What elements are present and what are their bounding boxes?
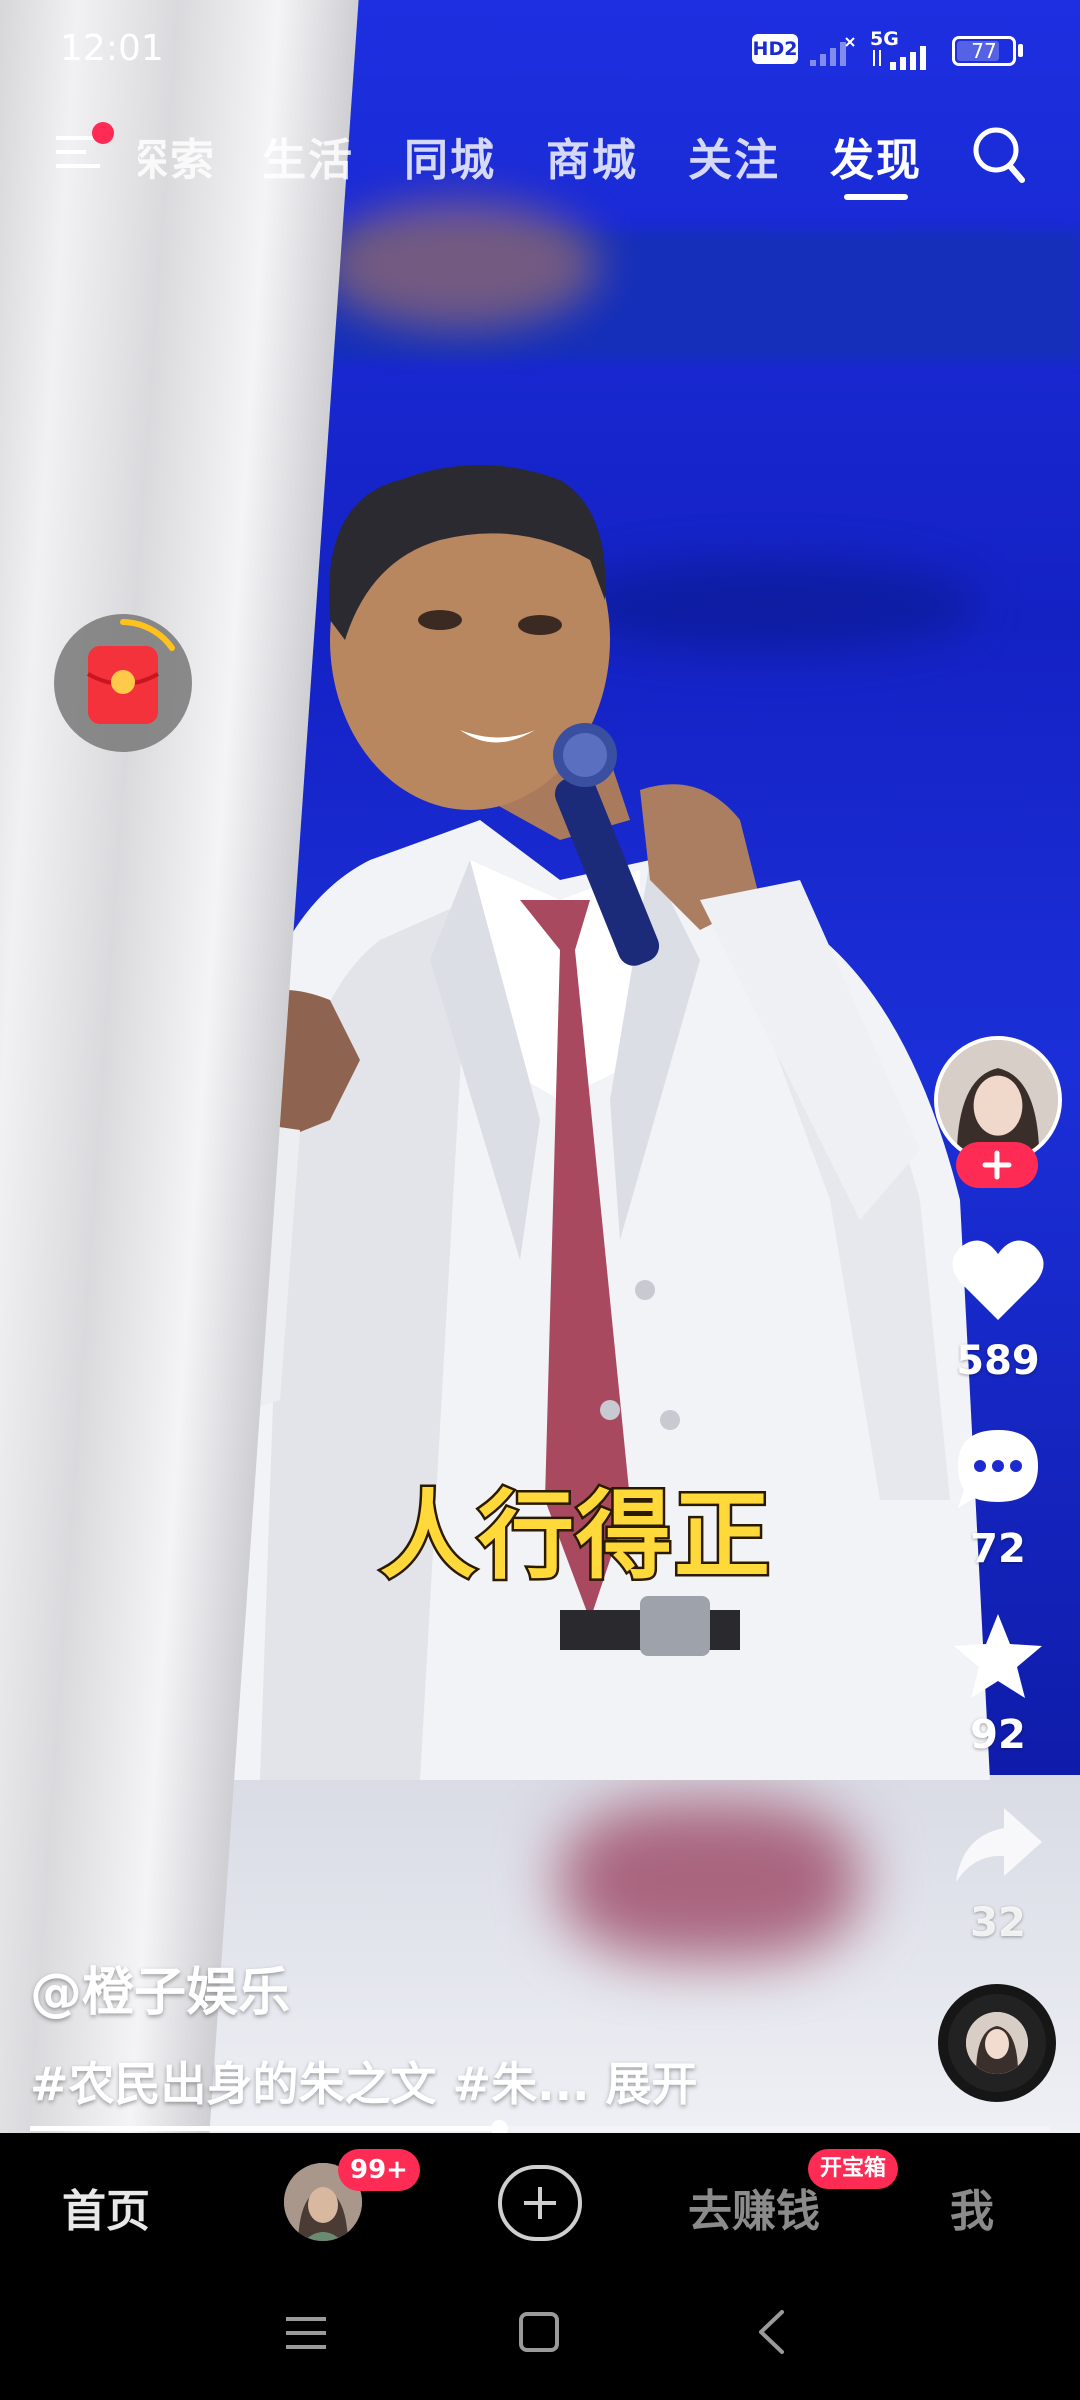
music-disc[interactable] [938, 1984, 1056, 2102]
top-navigation: 探索 生活 同城 商城 关注 发现 [0, 110, 1080, 210]
favorite-star-icon[interactable] [948, 1612, 1048, 1702]
video-player[interactable]: 人行得正 [0, 0, 1080, 2133]
recent-apps-icon[interactable] [284, 2313, 328, 2353]
author-handle[interactable]: @橙子娱乐 [30, 1950, 290, 2025]
music-disc-cover [966, 2012, 1028, 2074]
back-arrow-icon[interactable] [756, 2309, 786, 2355]
tab-home[interactable]: 首页 [62, 2175, 150, 2239]
status-time: 12:01 [60, 28, 164, 69]
red-packet-icon [87, 646, 159, 724]
red-packet-reward-button[interactable] [54, 614, 192, 752]
tab-me[interactable]: 我 [950, 2175, 994, 2239]
follow-button[interactable] [956, 1142, 1038, 1188]
video-description[interactable]: #农民出身的朱之文 #朱... 展开 [30, 2048, 698, 2114]
home-square-icon[interactable] [518, 2311, 560, 2353]
status-bar: 12:01 HD2 5G 77 [0, 0, 1080, 100]
battery-cap [1018, 44, 1023, 57]
friends-count-badge: 99+ [338, 2149, 420, 2191]
hd-voice-badge: HD2 [752, 34, 798, 64]
video-progress-fill [30, 2126, 500, 2131]
system-navigation-bar [0, 2273, 1080, 2400]
search-icon[interactable] [970, 124, 1026, 184]
signal-sim1-icon [810, 37, 855, 66]
plus-icon [982, 1150, 1012, 1180]
expand-link[interactable]: 展开 [606, 2057, 698, 2111]
comment-icon[interactable] [948, 1424, 1048, 1514]
tab-mall[interactable]: 商城 [546, 124, 638, 188]
blurred-tie-reflection [560, 1800, 860, 1960]
create-post-button[interactable] [498, 2165, 582, 2241]
share-count: 32 [970, 1900, 1026, 1946]
battery-level: 77 [971, 39, 997, 63]
video-progress-bar[interactable] [30, 2120, 1050, 2137]
video-subtitle: 人行得正 [378, 1478, 773, 1595]
tab-life[interactable]: 生活 [262, 124, 354, 188]
signal-sim2-icon [873, 46, 926, 70]
hashtag-text[interactable]: #农民出身的朱之文 #朱... [30, 2057, 590, 2111]
bottom-tab-bar: 首页 99+ 去赚钱 开宝箱 我 [0, 2133, 1080, 2273]
tab-discover[interactable]: 发现 [830, 124, 922, 188]
tab-explore[interactable]: 探索 [138, 124, 216, 188]
favorite-count: 92 [970, 1712, 1026, 1758]
tab-nearby[interactable]: 同城 [404, 124, 496, 188]
open-treasure-badge: 开宝箱 [808, 2149, 899, 2189]
active-tab-indicator [844, 194, 908, 200]
tab-following[interactable]: 关注 [688, 124, 780, 188]
comment-count: 72 [970, 1526, 1026, 1572]
create-plus-vertical [538, 2187, 542, 2219]
tab-earn[interactable]: 去赚钱 [688, 2175, 820, 2239]
like-heart-icon[interactable] [948, 1236, 1048, 1326]
notification-dot [92, 122, 114, 144]
battery-icon: 77 [952, 36, 1016, 66]
music-cover-image [966, 2012, 1028, 2074]
share-arrow-icon[interactable] [948, 1800, 1048, 1890]
like-count: 589 [956, 1338, 1040, 1384]
